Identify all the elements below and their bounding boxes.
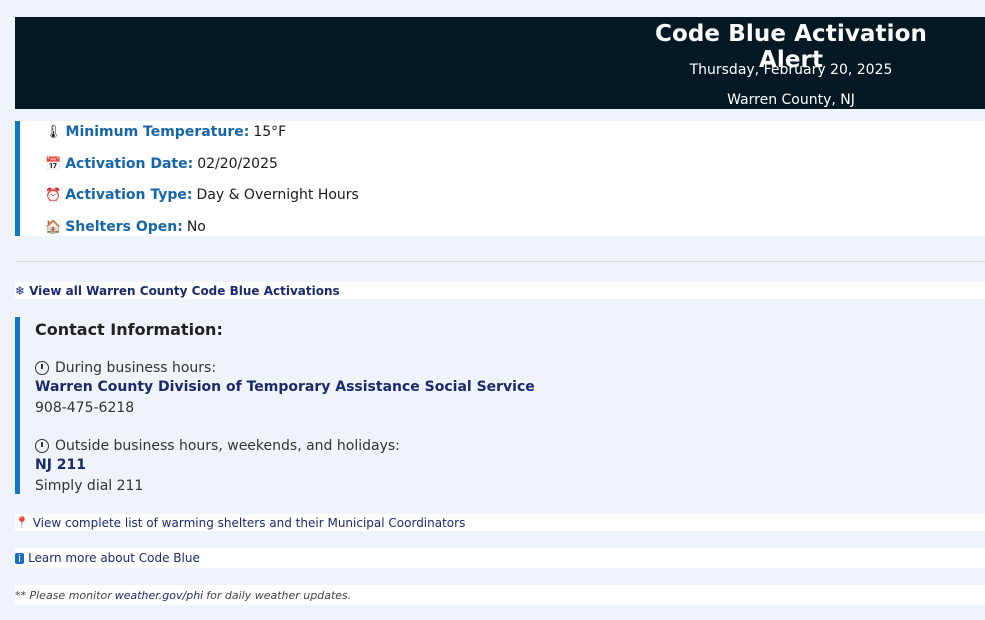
contact-information-card: Contact Information: During business hou… <box>15 317 985 494</box>
business-hours-phone: 908-475-6218 <box>35 400 135 416</box>
business-hours-org: Warren County Division of Temporary Assi… <box>35 379 535 395</box>
warming-shelters-link[interactable]: View complete list of warming shelters a… <box>33 516 466 530</box>
alert-location: Warren County, NJ <box>727 92 855 108</box>
snowflake-icon: ❄ <box>15 283 26 298</box>
alarm-clock-icon: ⏰ <box>45 187 62 203</box>
detail-label: Activation Type: <box>65 187 193 203</box>
alert-date: Thursday, February 20, 2025 <box>689 62 893 78</box>
note-suffix: for daily weather updates. <box>206 588 352 602</box>
after-hours-label: Outside business hours, weekends, and ho… <box>55 438 400 454</box>
after-hours-phone: Simply dial 211 <box>35 478 144 494</box>
detail-activation-date: 📅 Activation Date: 02/20/2025 <box>45 156 278 172</box>
pin-icon: 📍 <box>15 516 29 529</box>
code-blue-alert-page: Code Blue Activation Alert Thursday, Feb… <box>0 0 985 620</box>
learn-more-link[interactable]: Learn more about Code Blue <box>28 551 200 565</box>
alert-header: Code Blue Activation Alert Thursday, Feb… <box>15 17 985 109</box>
weather-gov-link[interactable]: weather.gov/phi <box>115 589 204 602</box>
detail-label: Minimum Temperature: <box>65 124 250 140</box>
activation-details-card: 🌡 Minimum Temperature: 15°F 📅 Activation… <box>15 121 985 236</box>
note-prefix: ** Please monitor <box>15 588 112 602</box>
detail-label: Shelters Open: <box>65 219 183 235</box>
contact-title: Contact Information: <box>35 320 223 339</box>
detail-label: Activation Date: <box>65 156 194 172</box>
view-all-activations-row: ❄ View all Warren County Code Blue Activ… <box>15 282 985 299</box>
detail-activation-type: ⏰ Activation Type: Day & Overnight Hours <box>45 187 359 203</box>
house-icon: 🏠 <box>45 219 62 235</box>
business-hours-label: During business hours: <box>55 360 217 376</box>
detail-min-temperature: 🌡 Minimum Temperature: 15°F <box>45 124 286 140</box>
detail-shelters-open: 🏠 Shelters Open: No <box>45 219 206 235</box>
detail-value: 02/20/2025 <box>197 156 278 172</box>
detail-value: Day & Overnight Hours <box>196 187 359 203</box>
info-icon: i <box>15 552 25 564</box>
after-hours-org: NJ 211 <box>35 457 87 473</box>
after-hours-label-row: Outside business hours, weekends, and ho… <box>35 438 400 454</box>
warming-shelters-row: 📍 View complete list of warming shelters… <box>15 514 985 531</box>
view-all-activations-link[interactable]: View all Warren County Code Blue Activat… <box>29 284 340 298</box>
clock-icon <box>35 439 49 453</box>
thermometer-icon: 🌡 <box>45 124 62 140</box>
weather-monitor-note: ** Please monitor weather.gov/phi for da… <box>15 585 985 605</box>
calendar-icon: 📅 <box>45 156 62 172</box>
detail-value: 15°F <box>253 124 287 140</box>
section-divider <box>15 261 985 262</box>
learn-more-row: i Learn more about Code Blue <box>15 548 985 568</box>
detail-value: No <box>186 219 206 235</box>
business-hours-label-row: During business hours: <box>35 360 216 376</box>
clock-icon <box>35 361 49 375</box>
